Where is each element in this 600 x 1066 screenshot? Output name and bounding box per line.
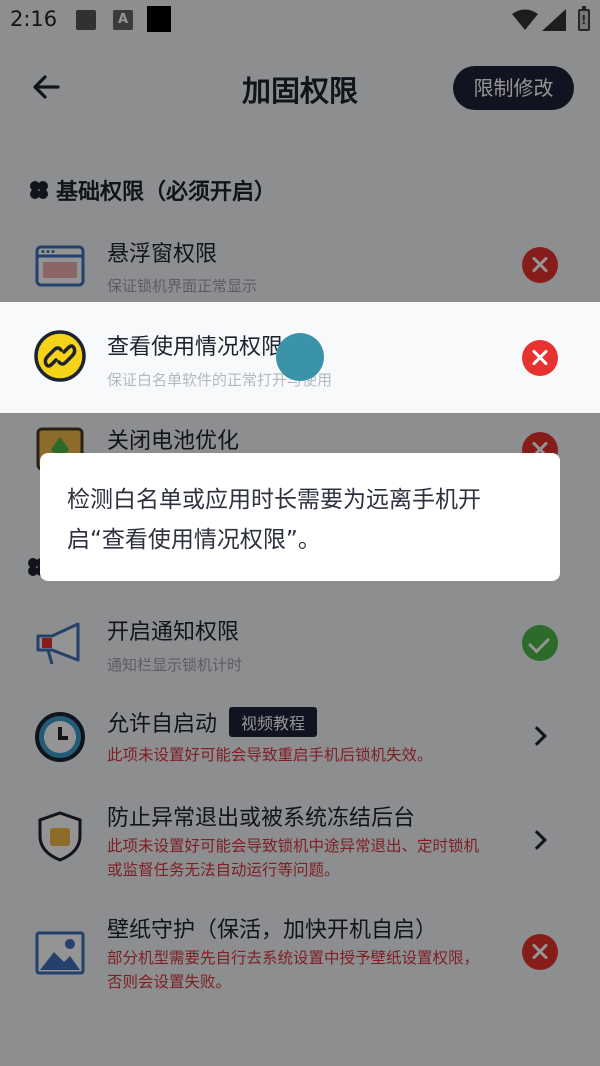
status-error-icon — [522, 340, 558, 376]
touch-indicator — [276, 333, 324, 381]
guide-tooltip: 检测白名单或应用时长需要为远离手机开启“查看使用情况权限”。 — [40, 453, 560, 581]
row-usage-access-title: 查看使用情况权限 — [107, 335, 284, 360]
guide-tooltip-text: 检测白名单或应用时长需要为远离手机开启“查看使用情况权限”。 — [67, 487, 481, 553]
link-icon — [34, 330, 86, 382]
